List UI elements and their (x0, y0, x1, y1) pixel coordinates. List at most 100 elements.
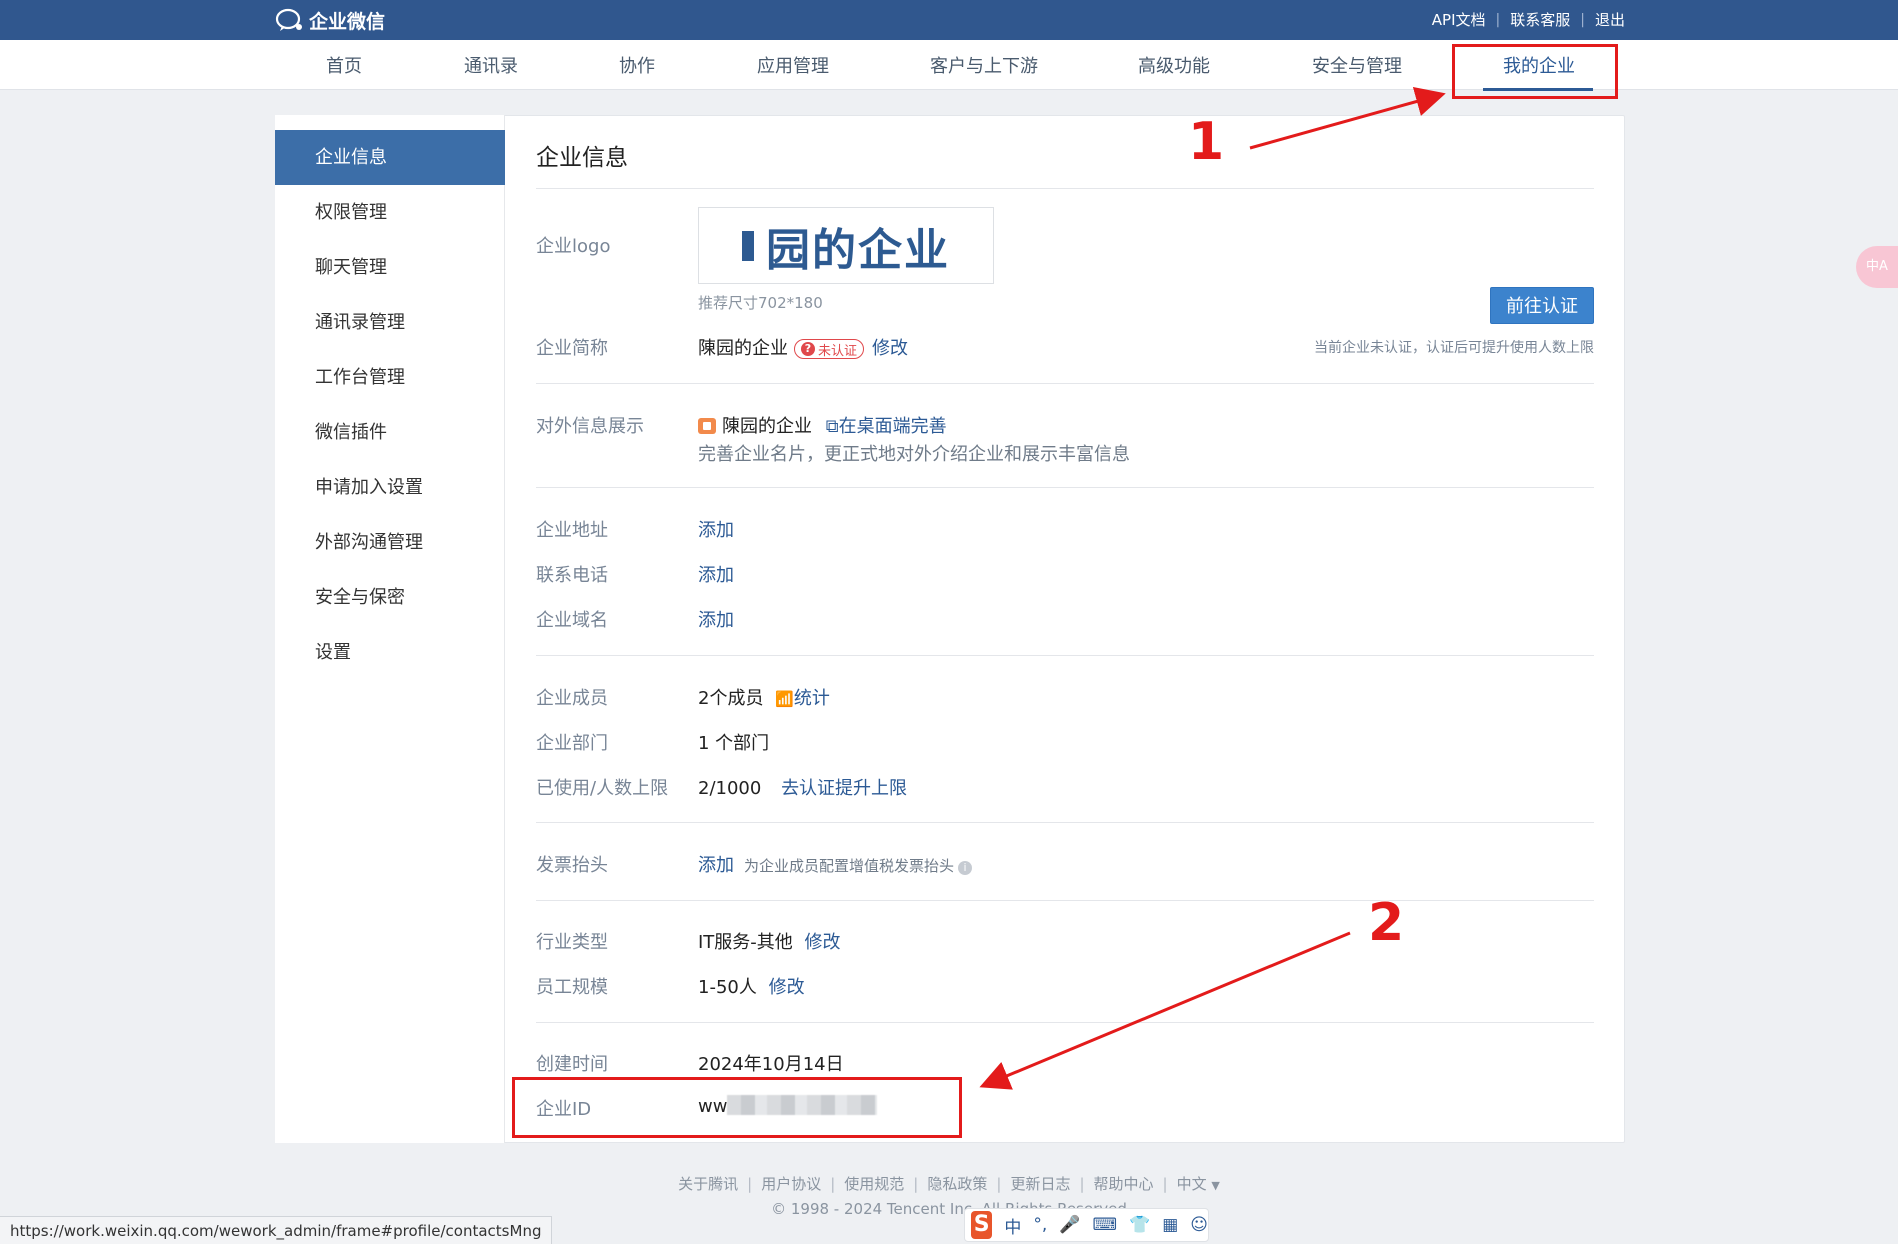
short-name-row: 陳园的企业? 未认证 修改 (698, 334, 908, 360)
microphone-icon[interactable]: 🎤 (1059, 1215, 1080, 1235)
edit-short-name-link[interactable]: 修改 (872, 338, 908, 359)
annotation-number-1: 1 (1187, 111, 1225, 173)
ime-logo-icon[interactable]: S (971, 1211, 993, 1239)
separator: | (913, 1175, 919, 1193)
invoice-label: 发票抬头 (536, 855, 608, 876)
company-card-icon (698, 418, 716, 434)
app-logo[interactable]: 企业微信 (275, 6, 385, 34)
app-name: 企业微信 (309, 10, 386, 33)
logout-link[interactable]: 退出 (1595, 9, 1625, 30)
nav-my-company[interactable]: 我的企业 (1503, 52, 1575, 78)
domain-label: 企业域名 (536, 610, 608, 631)
logo-bar-mark (742, 230, 754, 261)
corp-id-row: ww (698, 1095, 878, 1117)
created-label: 创建时间 (536, 1054, 608, 1075)
sidebar-item-security[interactable]: 安全与保密 (275, 570, 505, 625)
footer-about-link[interactable]: 关于腾讯 (678, 1175, 738, 1193)
sidebar-item-contacts[interactable]: 通讯录管理 (275, 295, 505, 350)
invoice-row: 添加 为企业成员配置增值税发票抬头 i (698, 851, 973, 877)
language-label: 中文 (1176, 1175, 1207, 1193)
short-name-value: 陳园的企业 (698, 338, 788, 359)
ime-toolbar[interactable]: S 中 °, 🎤 ⌨ 👕 ▦ ☺ (964, 1208, 1209, 1242)
translate-button[interactable]: 中A (1856, 246, 1898, 288)
address-label: 企业地址 (536, 520, 608, 541)
top-bar: 企业微信 API文档 | 联系客服 | 退出 (0, 0, 1898, 40)
language-select[interactable]: 中文 ▼ (1177, 1175, 1220, 1193)
edit-industry-link[interactable]: 修改 (805, 932, 841, 953)
footer-privacy-link[interactable]: 隐私政策 (927, 1175, 987, 1193)
corp-id-label: 企业ID (536, 1099, 592, 1120)
usage-label: 已使用/人数上限 (536, 778, 669, 799)
keyboard-icon[interactable]: ⌨ (1092, 1215, 1117, 1235)
add-domain-link[interactable]: 添加 (698, 606, 734, 632)
nav-active-indicator (1483, 88, 1593, 91)
punctuation-icon[interactable]: °, (1033, 1215, 1047, 1235)
add-phone-link[interactable]: 添加 (698, 561, 734, 587)
divider (536, 655, 1594, 656)
separator: | (830, 1175, 836, 1193)
go-certify-button[interactable]: 前往认证 (1490, 287, 1594, 324)
sidebar-item-company-info[interactable]: 企业信息 (275, 130, 505, 185)
phone-label: 联系电话 (536, 565, 608, 586)
separator: | (747, 1175, 753, 1193)
company-logo[interactable]: 园的企业 (698, 207, 994, 284)
edit-staff-size-link[interactable]: 修改 (769, 977, 805, 998)
apps-grid-icon[interactable]: ▦ (1162, 1215, 1178, 1235)
top-links: API文档 | 联系客服 | 退出 (1432, 9, 1625, 30)
page-title: 企业信息 (536, 145, 628, 171)
statistics-label: 统计 (793, 688, 830, 709)
complete-on-desktop-link[interactable]: ⧉在桌面端完善 (826, 416, 947, 437)
add-address-link[interactable]: 添加 (698, 516, 734, 542)
nav-customers[interactable]: 客户与上下游 (930, 52, 1038, 78)
divider (536, 900, 1594, 901)
browser-status-url: https://work.weixin.qq.com/wework_admin/… (0, 1216, 553, 1244)
corp-id-value[interactable]: ww (698, 1096, 727, 1117)
skin-icon[interactable]: 👕 (1129, 1215, 1150, 1235)
staff-size-label: 员工规模 (536, 977, 608, 998)
staff-size-row: 1-50人 修改 (698, 973, 805, 999)
sidebar-item-permissions[interactable]: 权限管理 (275, 185, 505, 240)
created-value: 2024年10月14日 (698, 1054, 844, 1075)
footer-usage-rules-link[interactable]: 使用规范 (844, 1175, 904, 1193)
caret-down-icon: ▼ (1211, 1179, 1220, 1192)
sidebar-item-wechat-plugin[interactable]: 微信插件 (275, 405, 505, 460)
contact-support-link[interactable]: 联系客服 (1510, 9, 1570, 30)
logo-text: 园的企业 (766, 224, 950, 276)
departments-label: 企业部门 (536, 733, 608, 754)
industry-label: 行业类型 (536, 932, 608, 953)
mascot-icon[interactable]: ☺ (1190, 1215, 1208, 1235)
separator: | (1495, 11, 1501, 28)
divider (536, 1022, 1594, 1023)
add-invoice-link[interactable]: 添加 (698, 855, 734, 876)
nav-advanced[interactable]: 高级功能 (1138, 52, 1210, 78)
api-docs-link[interactable]: API文档 (1432, 9, 1486, 30)
footer-links: 关于腾讯 | 用户协议 | 使用规范 | 隐私政策 | 更新日志 | 帮助中心 | 中文 ▼ (0, 1173, 1898, 1194)
footer-terms-link[interactable]: 用户协议 (761, 1175, 821, 1193)
nav-security[interactable]: 安全与管理 (1312, 52, 1402, 78)
ime-mode[interactable]: 中 (1004, 1213, 1021, 1238)
sidebar-item-join-settings[interactable]: 申请加入设置 (275, 460, 505, 515)
members-row: 2个成员 📶统计 (698, 684, 830, 710)
question-icon: ? (801, 342, 815, 356)
nav-contacts[interactable]: 通讯录 (464, 52, 518, 78)
sidebar-item-workbench[interactable]: 工作台管理 (275, 350, 505, 405)
sidebar-item-chat[interactable]: 聊天管理 (275, 240, 505, 295)
sidebar-item-settings[interactable]: 设置 (275, 625, 505, 680)
raise-limit-link[interactable]: 去认证提升上限 (781, 778, 907, 799)
external-link-icon: ⧉ (825, 416, 839, 437)
logo-size-hint: 推荐尺寸702*180 (698, 294, 823, 312)
footer-help-link[interactable]: 帮助中心 (1094, 1175, 1154, 1193)
nav-home[interactable]: 首页 (326, 52, 362, 78)
main-nav: 首页 通讯录 协作 应用管理 客户与上下游 高级功能 安全与管理 我的企业 (0, 40, 1898, 91)
info-icon[interactable]: i (958, 861, 973, 875)
statistics-link[interactable]: 📶统计 (775, 688, 830, 709)
separator: | (1079, 1175, 1085, 1193)
nav-app-management[interactable]: 应用管理 (757, 52, 829, 78)
unverified-badge[interactable]: ? 未认证 (794, 339, 865, 359)
badge-label: 未认证 (818, 343, 858, 359)
logo-label: 企业logo (536, 236, 611, 257)
nav-collaboration[interactable]: 协作 (619, 52, 655, 78)
footer-changelog-link[interactable]: 更新日志 (1010, 1175, 1070, 1193)
sidebar-item-external-comm[interactable]: 外部沟通管理 (275, 515, 505, 570)
separator: | (996, 1175, 1002, 1193)
